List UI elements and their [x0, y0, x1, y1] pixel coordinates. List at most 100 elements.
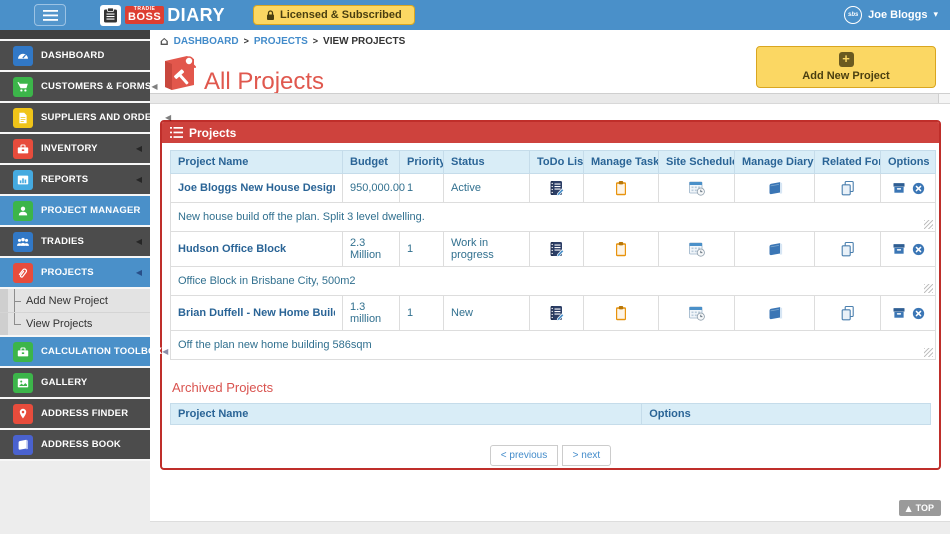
projects-submenu: Add New Project View Projects	[0, 289, 150, 337]
panel-title: Projects	[189, 125, 237, 140]
manage-diary-icon[interactable]	[766, 179, 784, 197]
pagination: < previous > next	[170, 445, 931, 466]
col-related-forms: Related Forms	[814, 150, 881, 174]
sidebar-item-customers-forms[interactable]: CUSTOMERS & FORMS ◀	[0, 72, 158, 103]
all-projects-icon	[158, 52, 200, 99]
budget-cell: 2.3 Million	[342, 231, 400, 267]
delete-icon[interactable]	[911, 181, 926, 196]
license-label: Licensed & Subscribed	[280, 9, 402, 21]
sidebar-item-inventory[interactable]: INVENTORY ◀	[0, 134, 150, 165]
table-row: Hudson Office Block 2.3 Million 1 Work i…	[170, 231, 936, 267]
sidebar-item-calculation-toolbox[interactable]: CALCULATION TOOLBOX ◀	[0, 337, 168, 368]
main-content: ⌂ DASHBOARD > PROJECTS > VIEW PROJECTS A…	[150, 30, 950, 534]
collapse-arrow-icon: ◀	[135, 144, 142, 153]
sidebar-item-tradies[interactable]: TRADIES ◀	[0, 227, 150, 258]
up-arrow-icon: ▲	[905, 503, 912, 513]
status-cell: Active	[443, 173, 530, 203]
manage-diary-icon[interactable]	[766, 240, 784, 258]
project-name-link[interactable]: Hudson Office Block	[178, 243, 335, 255]
sidebar-item-dashboard[interactable]: DASHBOARD	[0, 41, 150, 72]
breadcrumb-dashboard[interactable]: DASHBOARD	[174, 36, 239, 47]
sidebar-item-gallery[interactable]: GALLERY	[0, 368, 150, 399]
list-icon	[170, 127, 183, 138]
license-status-button[interactable]: Licensed & Subscribed	[253, 5, 415, 25]
project-description[interactable]: Office Block in Brisbane City, 500m2	[170, 266, 936, 296]
sidebar-item-project-manager[interactable]: PROJECT MANAGER	[0, 196, 150, 227]
project-description[interactable]: Off the plan new home building 586sqm	[170, 330, 936, 360]
app-root: TRADIE BOSS DIARY Licensed & Subscribed …	[0, 0, 950, 534]
sidebar-item-label: INVENTORY	[41, 143, 98, 154]
user-menu[interactable]: sbs Joe Bloggs ▾	[844, 6, 938, 24]
scroll-to-top-button[interactable]: ▲ TOP	[898, 500, 941, 516]
sidebar-item-reports[interactable]: REPORTS ◀	[0, 165, 150, 196]
related-forms-icon[interactable]	[839, 240, 857, 258]
chevron-down-icon: ▾	[933, 10, 938, 20]
project-name-link[interactable]: Joe Bloggs New House Design	[178, 182, 335, 194]
user-avatar: sbs	[844, 6, 863, 24]
delete-icon[interactable]	[911, 242, 926, 257]
manage-diary-icon[interactable]	[766, 304, 784, 322]
lock-icon	[267, 9, 275, 20]
sidebar-item-suppliers-orders[interactable]: SUPPLIERS AND ORDERS ◀	[0, 103, 171, 134]
previous-page-button[interactable]: < previous	[489, 445, 559, 466]
col-todo-list: ToDo List	[529, 150, 584, 174]
add-new-project-button[interactable]: + Add New Project	[756, 46, 936, 88]
breadcrumb-projects[interactable]: PROJECTS	[254, 36, 308, 47]
sidebar-nav: DASHBOARD CUSTOMERS & FORMS ◀ SUPPLIERS …	[0, 30, 171, 461]
projects-panel-header: Projects	[162, 122, 939, 143]
sidebar-item-label: GALLERY	[41, 377, 88, 388]
project-name-link[interactable]: Brian Duffell - New Home Building	[178, 307, 335, 319]
delete-icon[interactable]	[911, 306, 926, 321]
archived-projects-title: Archived Projects	[172, 380, 274, 395]
budget-cell: 1.3 million	[342, 295, 400, 331]
gallery-image-icon	[13, 372, 33, 393]
horizontal-scrollbar[interactable]	[150, 93, 950, 104]
submenu-add-new-project[interactable]: Add New Project	[0, 289, 150, 312]
project-description[interactable]: New house build off the plan. Split 3 le…	[170, 202, 936, 232]
related-forms-icon[interactable]	[839, 179, 857, 197]
resize-grip-icon[interactable]	[924, 284, 933, 293]
related-forms-icon[interactable]	[839, 304, 857, 322]
breadcrumb-separator: >	[312, 36, 319, 46]
site-schedule-icon[interactable]	[688, 179, 706, 197]
sidebar-item-address-book[interactable]: ADDRESS BOOK	[0, 430, 150, 461]
budget-cell: 950,000.00	[342, 173, 405, 203]
manage-tasks-icon[interactable]	[612, 179, 630, 197]
todo-list-icon[interactable]	[548, 304, 566, 322]
col-manage-tasks: Manage Tasks	[583, 150, 659, 174]
collapse-arrow-icon: ◀	[165, 113, 172, 122]
map-pin-icon	[13, 403, 33, 424]
brand-boss-badge: TRADIE BOSS	[125, 6, 165, 24]
next-page-button[interactable]: > next	[561, 445, 612, 466]
app-logo[interactable]: TRADIE BOSS DIARY	[100, 4, 225, 26]
archive-icon[interactable]	[891, 241, 907, 257]
toolbox-icon	[13, 138, 33, 159]
bottom-strip	[150, 521, 950, 534]
todo-list-icon[interactable]	[548, 240, 566, 258]
archive-icon[interactable]	[891, 180, 907, 196]
sidebar-item-label: CALCULATION TOOLBOX	[41, 346, 163, 357]
hamburger-icon	[42, 9, 58, 21]
description-row: Office Block in Brisbane City, 500m2	[170, 266, 936, 296]
scrollbar-corner	[938, 94, 950, 103]
sidebar-item-label: DASHBOARD	[41, 50, 105, 61]
archive-icon[interactable]	[891, 305, 907, 321]
sidebar-item-projects[interactable]: PROJECTS ◀	[0, 258, 150, 289]
sidebar-item-label: SUPPLIERS AND ORDERS	[41, 112, 165, 123]
manage-tasks-icon[interactable]	[612, 304, 630, 322]
site-schedule-icon[interactable]	[688, 304, 706, 322]
site-schedule-icon[interactable]	[688, 240, 706, 258]
manage-tasks-icon[interactable]	[612, 240, 630, 258]
submenu-view-projects[interactable]: View Projects	[0, 312, 150, 335]
sidebar-top-strip	[0, 30, 150, 41]
todo-list-icon[interactable]	[548, 179, 566, 197]
sidebar-item-address-finder[interactable]: ADDRESS FINDER	[0, 399, 150, 430]
resize-grip-icon[interactable]	[924, 220, 933, 229]
sidebar-item-label: TRADIES	[41, 236, 85, 247]
hamburger-menu-button[interactable]	[34, 4, 66, 26]
col-status: Status	[443, 150, 530, 174]
breadcrumb-current: VIEW PROJECTS	[323, 35, 406, 47]
resize-grip-icon[interactable]	[924, 348, 933, 357]
archived-header-row: Project Name Options	[169, 403, 931, 425]
page-title: All Projects	[204, 68, 325, 95]
